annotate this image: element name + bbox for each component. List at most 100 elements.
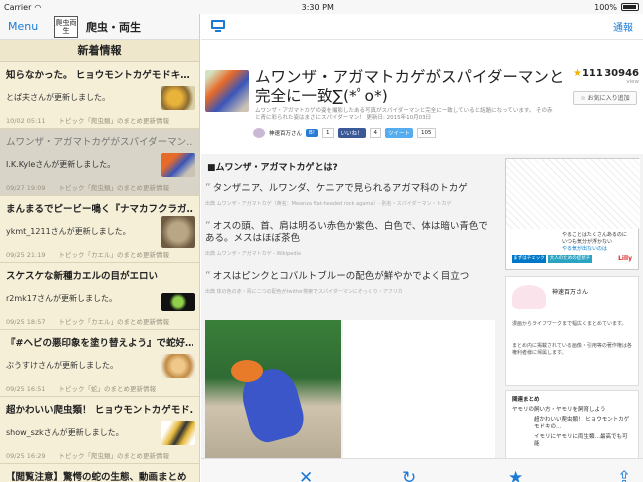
share-row: 神速百万さん B! 1 いいね！ 4 ツイート 105 [253, 128, 436, 138]
share-icon[interactable]: ⇪ [617, 469, 631, 482]
item-subtitle: とぱ夫さんが更新しました。 [6, 93, 110, 102]
view-label: view [626, 79, 639, 85]
related-item[interactable]: イモリにヤモリに両生類…最高でも可能 [512, 434, 632, 448]
item-title: まんまるでピービー鳴く『ナマカフクラガ… [6, 204, 193, 215]
report-button[interactable]: 通報 [613, 19, 633, 34]
refresh-icon[interactable]: ↻ [402, 469, 416, 482]
item-meta: 10/02 05:11 トピック「爬虫類」のまとめ更新情報 [6, 117, 170, 125]
quote-source[interactable]: 出典 ムワンザ・アガマトカゲ（英名：Mwanza flat-headed roc… [205, 198, 495, 210]
related-title: 関連まとめ [512, 397, 540, 403]
item-meta: 09/25 18:57 トピック「カエル」のまとめ更新情報 [6, 318, 170, 326]
quote-block: “オスはピンクとコバルトブルーの配色が鮮やかでよく目立つ 出典 体の色の赤・青に… [205, 270, 495, 298]
glass-frog-thumbnail [161, 293, 195, 311]
item-subtitle: I.K.Kyleさんが更新しました。 [6, 160, 116, 169]
main-topbar: 通報 [201, 14, 643, 40]
view-count: 30946 [604, 68, 639, 79]
item-title: 【閲覧注意】驚愕の蛇の生態、動画まとめ [6, 472, 187, 482]
gecko-thumbnail [161, 86, 195, 110]
star-outline-icon: ☆ [580, 95, 588, 102]
ad-text: やることはたくさんあるのに [562, 232, 627, 238]
ad-illustration [506, 159, 640, 229]
list-item[interactable]: ムワンザ・アガマトカゲがスパイダーマン… I.K.Kyleさんが更新しました。 … [0, 129, 199, 196]
author-name[interactable]: 神速百万さん [269, 129, 302, 137]
item-meta: 09/25 16:29 トピック「爬虫類」のまとめ更新情報 [6, 452, 170, 460]
menu-button[interactable]: Menu [8, 20, 46, 33]
ad-symptom-button[interactable]: 大人のための症状チェック [548, 255, 592, 269]
article-content: ■ムワンザ・アガマトカゲとは? “タンザニア、ルワンダ、ケニアで見られるアガマ科… [201, 154, 501, 464]
snake-thumbnail [161, 354, 195, 378]
status-bar: Carrier ◠ 3:30 PM 100% [0, 0, 643, 14]
content-heading: ■ムワンザ・アガマトカゲとは? [207, 163, 338, 173]
tweet-button[interactable]: ツイート [385, 128, 414, 138]
lizard-thumbnail [205, 70, 249, 112]
item-subtitle: ykmt_1211さんが更新しました。 [6, 227, 131, 236]
quote-block: “オスの頭、首、肩は明るい赤色か紫色、白色で、体は暗い青色である。メスはほぼ茶色… [205, 220, 495, 260]
frog-thumbnail [161, 216, 195, 248]
item-meta: 09/25 16:51 トピック「蛇」のまとめ更新情報 [6, 385, 157, 393]
item-subtitle: show_szkさんが更新しました。 [6, 428, 124, 437]
section-title: 新着情報 [0, 40, 199, 62]
star-icon: ★ [573, 68, 582, 79]
related-list: 関連まとめ ヤモリの飼い方・ヤモリを飼育しよう 超かわいい爬虫類！ ヒョウモント… [505, 390, 639, 464]
add-favorite-button[interactable]: ☆ お気に入り追加 [573, 91, 637, 105]
article-header: ムワンザ・アガマトカゲがスパイダーマンと完全に一致∑(*ﾟo*) ムワンザ・アガ… [201, 40, 643, 134]
star-icon[interactable]: ★ [508, 469, 523, 482]
facebook-like-button[interactable]: いいね！ [337, 128, 366, 138]
item-subtitle: r2mk17さんが更新しました。 [6, 294, 117, 303]
item-meta: 09/25 21:19 トピック「カエル」のまとめ更新情報 [6, 251, 170, 259]
photo-padding [343, 320, 495, 464]
related-item[interactable]: ヤモリの飼い方・ヤモリを飼育しよう [512, 407, 632, 414]
quote-icon: “ [205, 269, 211, 282]
author-avatar [253, 128, 265, 138]
tweet-count: 105 [417, 128, 436, 138]
profile-text: まとめ内に掲載されている画像・引用等の著作権は各権利者様に帰属します。 [512, 343, 632, 356]
wifi-icon: ◠ [34, 2, 42, 12]
list-item[interactable]: 『#ヘビの悪印象を塗り替えよう』で蛇好… ぶうすけさんが更新しました。 09/2… [0, 330, 199, 397]
item-subtitle: ぶうすけさんが更新しました。 [6, 361, 118, 370]
cap-illustration [512, 285, 546, 309]
profile-text: 漫画からライフワークまで幅広くまとめています。 [512, 321, 627, 327]
quote-source[interactable]: 出典 体の色の赤・青に二つの配色がtwitter検索でスパイダーマンにそっくり・… [205, 286, 495, 298]
list-item[interactable]: スケスケな新種カエルの目がエロい r2mk17さんが更新しました。 09/25 … [0, 263, 199, 330]
like-count: 4 [369, 128, 382, 138]
quote-icon: “ [205, 181, 211, 194]
item-title: 知らなかった。 ヒョウモントカゲモドキ… [6, 70, 190, 81]
bottom-toolbar: ✕ ↻ ★ ⇪ [201, 458, 643, 482]
sidebar-header: Menu 爬虫両生 爬虫・両生 [0, 14, 199, 40]
hatena-count: 1 [322, 128, 334, 138]
advertisement[interactable]: やることはたくさんあるのに いつも気分が浮かない やる気が出ないのは まずはチェ… [505, 158, 640, 270]
list-item[interactable]: 知らなかった。 ヒョウモントカゲモドキ… とぱ夫さんが更新しました。 10/02… [0, 62, 199, 129]
close-icon[interactable]: ✕ [299, 469, 313, 482]
item-title: スケスケな新種カエルの目がエロい [6, 271, 159, 282]
battery-percent: 100% [594, 2, 617, 12]
carrier-label: Carrier [4, 2, 32, 12]
list-item[interactable]: 【閲覧注意】驚愕の蛇の生態、動画まとめ [0, 464, 199, 482]
ad-brand: Lilly [618, 255, 632, 262]
quote-block: “タンザニア、ルワンダ、ケニアで見られるアガマ科のトカゲ 出典 ムワンザ・アガマ… [205, 182, 495, 210]
article-description: ムワンザ・アガマトカゲの姿を撮影したある写真がスパイダーマンと完全に一致している… [255, 108, 553, 121]
quote-icon: “ [205, 219, 211, 232]
ad-text: いつも気分が浮かない [562, 239, 613, 245]
item-title: 超かわいい爬虫類！ ヒョウモントカゲモド… [6, 405, 193, 416]
ad-text: やる気が出ないのは [562, 246, 608, 252]
item-meta: 09/27 19:09 トピック「爬虫類」のまとめ更新情報 [6, 184, 170, 192]
monitor-icon[interactable] [211, 19, 229, 34]
quote-source[interactable]: 出典 ムワンザ・アガマトカゲ - Wikipedia [205, 248, 495, 260]
main-panel: 通報 ムワンザ・アガマトカゲがスパイダーマンと完全に一致∑(*ﾟo*) ムワンザ… [201, 14, 643, 482]
app-logo: 爬虫両生 [54, 15, 78, 38]
article-title: ムワンザ・アガマトカゲがスパイダーマンと完全に一致∑(*ﾟo*) [255, 68, 565, 105]
clock: 3:30 PM [301, 2, 334, 12]
gecko-thumbnail [161, 421, 195, 445]
author-profile: 神速百万さん 漫画からライフワークまで幅広くまとめています。 まとめ内に掲載され… [505, 276, 639, 386]
ad-check-button[interactable]: まずはチェック [512, 255, 546, 263]
right-rail: やることはたくさんあるのに いつも気分が浮かない やる気が出ないのは まずはチェ… [501, 154, 643, 464]
favorite-count: ★111 [573, 68, 603, 79]
article-stats: ★111 30946 view ☆ お気に入り追加 [573, 68, 639, 105]
list-item[interactable]: 超かわいい爬虫類！ ヒョウモントカゲモド… show_szkさんが更新しました。… [0, 397, 199, 464]
lizard-thumbnail [161, 153, 195, 177]
related-item[interactable]: 超かわいい爬虫類！ ヒョウモントカゲモドキの… [512, 417, 632, 431]
sidebar: Menu 爬虫両生 爬虫・両生 新着情報 知らなかった。 ヒョウモントカゲモドキ… [0, 14, 200, 482]
profile-name[interactable]: 神速百万さん [552, 287, 588, 296]
list-item[interactable]: まんまるでピービー鳴く『ナマカフクラガ… ykmt_1211さんが更新しました。… [0, 196, 199, 263]
hatena-button[interactable]: B! [306, 129, 318, 137]
